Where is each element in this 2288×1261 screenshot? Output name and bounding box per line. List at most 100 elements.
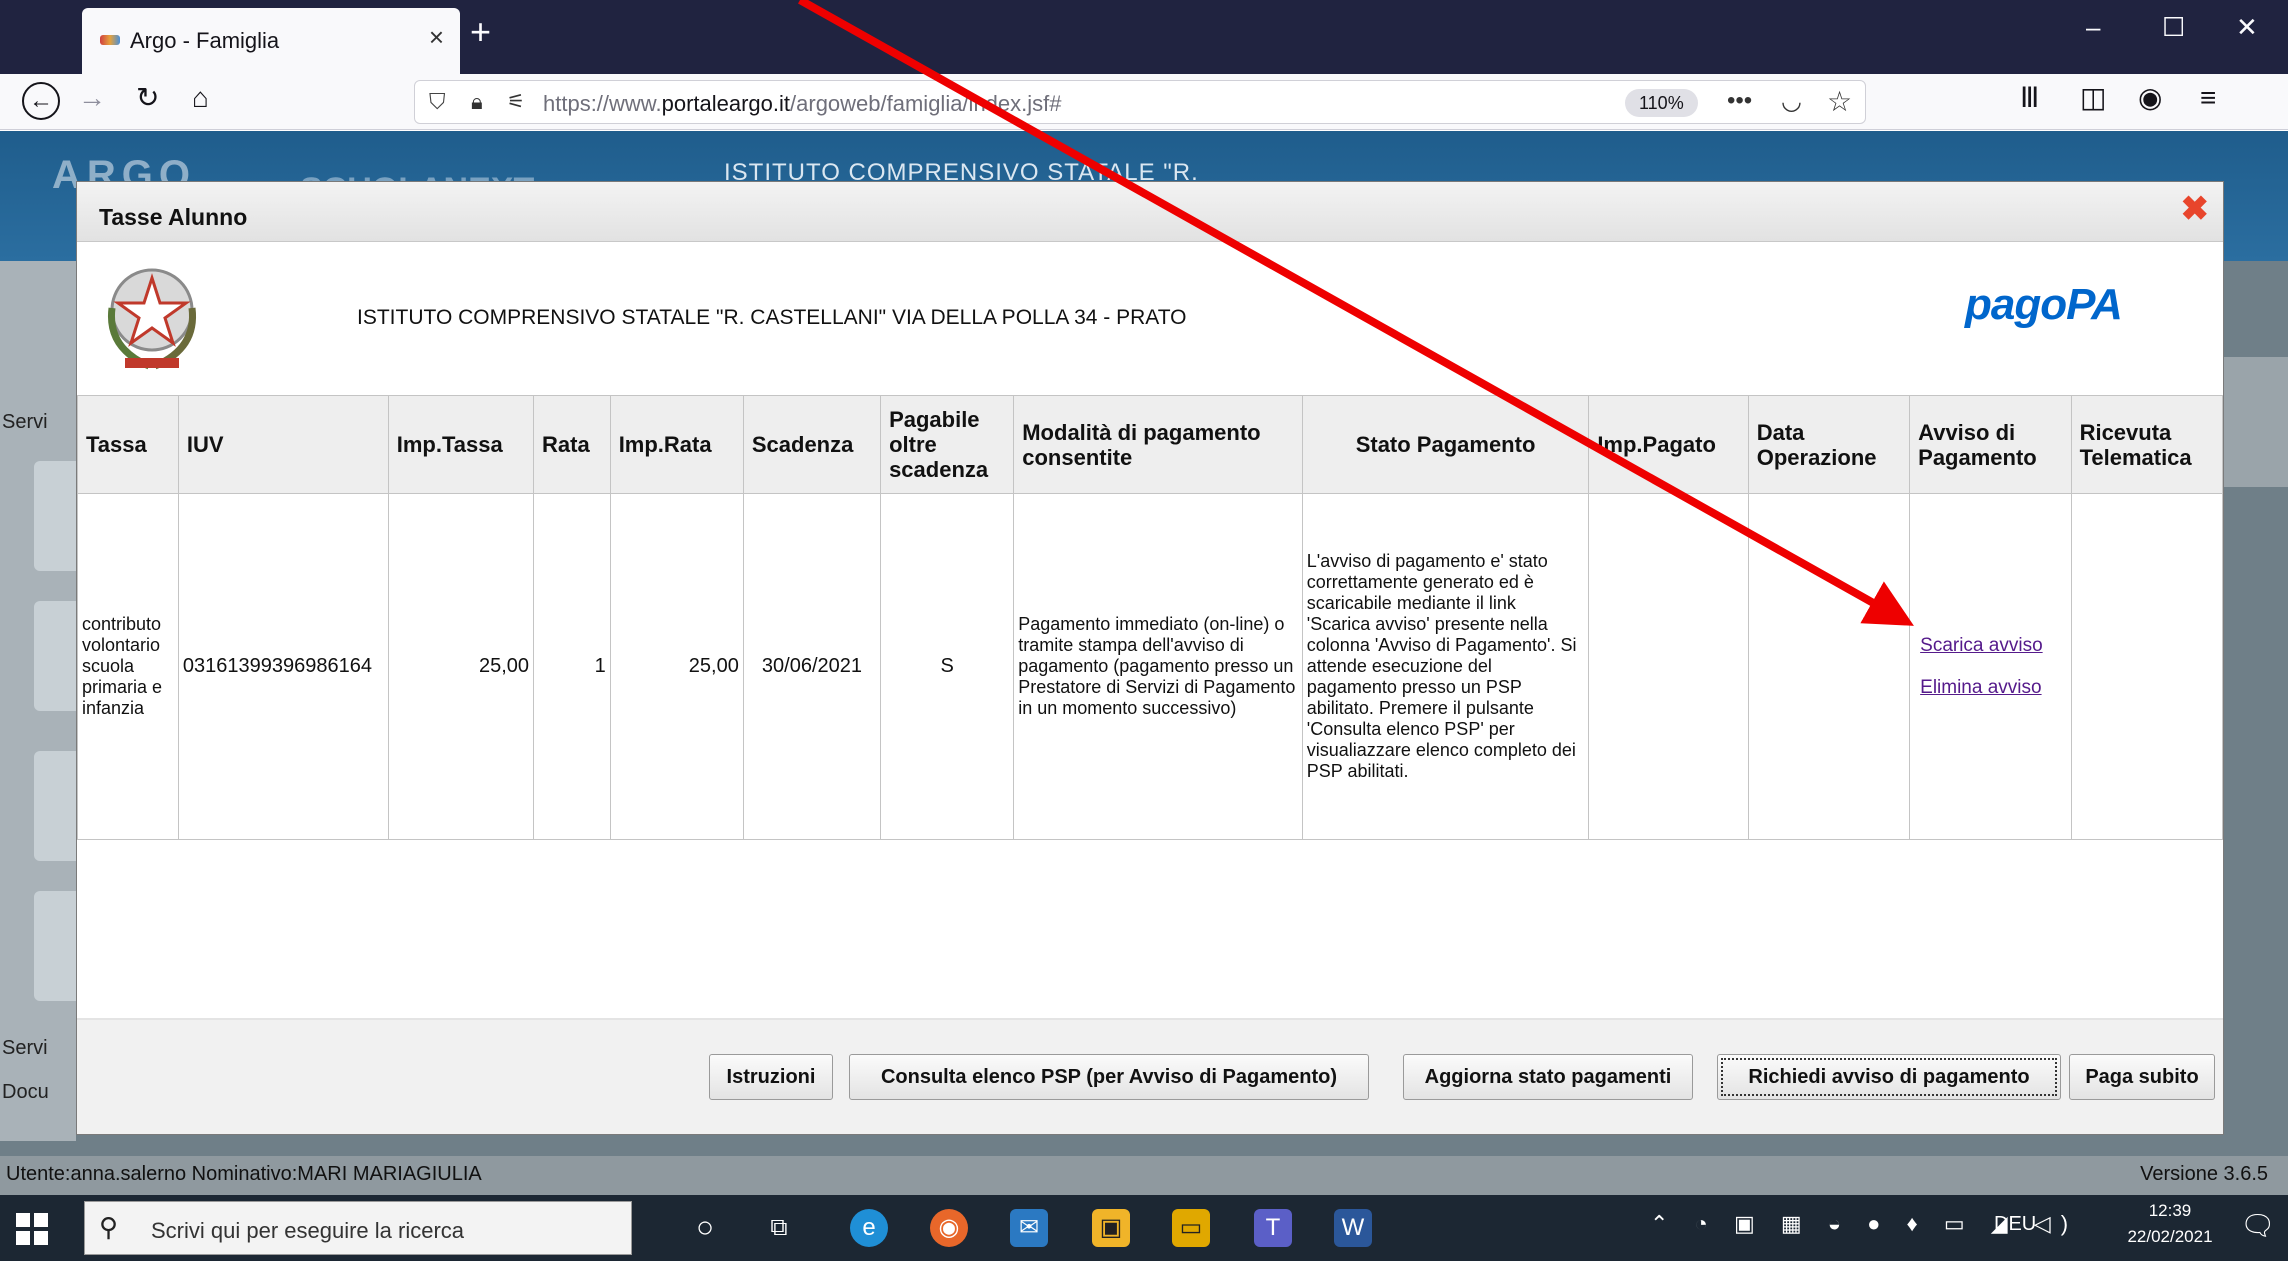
lock-icon[interactable]: 🔒︎: [471, 89, 483, 115]
dialog-title: Tasse Alunno: [99, 204, 248, 230]
taskbar-search-box[interactable]: ⚲ Scrivi qui per eseguire la ricerca: [84, 1201, 632, 1255]
pagopa-logo: pagoPA: [1965, 280, 2123, 329]
tab-close-icon[interactable]: ×: [429, 24, 444, 50]
windows-start-icon[interactable]: [14, 1211, 50, 1247]
window-close-icon[interactable]: ✕: [2236, 14, 2258, 40]
cell-scadenza: 30/06/2021: [742, 493, 882, 840]
sidebar-section-label: Docu: [2, 1081, 49, 1103]
new-tab-icon[interactable]: +: [470, 14, 491, 50]
clock-date[interactable]: 22/02/2021: [2110, 1227, 2230, 1247]
background-sidebar: Servi Servi Docu: [0, 261, 76, 1141]
consulta-psp-button[interactable]: Consulta elenco PSP (per Avviso di Pagam…: [849, 1054, 1369, 1100]
status-user: Utente:anna.salerno Nominativo:MARI MARI…: [6, 1163, 482, 1185]
school-name: ISTITUTO COMPRENSIVO STATALE "R. CASTELL…: [357, 306, 1187, 329]
cell-ricevuta: [2070, 493, 2224, 840]
cell-modalita: Pagamento immediato (on-line) o tramite …: [1013, 493, 1303, 840]
clock-time[interactable]: 12:39: [2120, 1201, 2220, 1221]
sidebar-tile[interactable]: [34, 461, 76, 571]
url-bar[interactable]: ⛉ 🔒︎ ⚟ https://www.portaleargo.it/argowe…: [414, 80, 1866, 124]
sidebar-section-label: Servi: [2, 1037, 48, 1059]
sidebar-tile[interactable]: [34, 751, 76, 861]
sidebar-tile[interactable]: [34, 601, 76, 711]
column-header: Ricevuta Telematica: [2070, 395, 2224, 494]
paga-subito-button[interactable]: Paga subito: [2069, 1054, 2215, 1100]
search-icon: ⚲: [99, 1212, 119, 1242]
forward-icon[interactable]: →: [78, 84, 106, 112]
library-icon[interactable]: Ⅲ: [2020, 84, 2039, 112]
close-icon[interactable]: ✖: [2181, 192, 2210, 226]
cell-data-operazione: [1747, 493, 1911, 840]
cell-pagabile: S: [880, 493, 1015, 840]
column-header: Pagabile oltre scadenza: [880, 395, 1015, 494]
search-placeholder: Scrivi qui per eseguire la ricerca: [151, 1218, 465, 1243]
sidebar-section-label: Servi: [2, 411, 48, 433]
dialog-button-bar: Istruzioni Consulta elenco PSP (per Avvi…: [77, 1020, 2223, 1134]
status-version: Versione 3.6.5: [2140, 1163, 2268, 1185]
cell-imp-rata: 25,00: [609, 493, 744, 840]
window-maximize-icon[interactable]: ☐: [2162, 14, 2185, 40]
pocket-icon[interactable]: ◡: [1781, 87, 1802, 116]
table-row[interactable]: contributo volontario scuola primaria e …: [77, 493, 2224, 840]
background-right-panel: [2224, 357, 2288, 487]
bookmark-star-icon[interactable]: ☆: [1827, 85, 1852, 118]
column-header: Imp.Rata: [609, 395, 744, 494]
richiedi-avviso-button[interactable]: Richiedi avviso di pagamento: [1717, 1054, 2061, 1100]
elimina-avviso-link[interactable]: Elimina avviso: [1920, 677, 2041, 698]
cortana-icon[interactable]: ○: [686, 1209, 724, 1247]
sidebar-tile[interactable]: [34, 891, 76, 1001]
cell-imp-tassa: 25,00: [387, 493, 535, 840]
url-text[interactable]: https://www.portaleargo.it/argoweb/famig…: [543, 91, 1062, 117]
column-header: Rata: [533, 395, 611, 494]
dialog-titlebar: Tasse Alunno ✖: [77, 182, 2223, 242]
back-icon[interactable]: ←: [22, 82, 60, 120]
column-header: Stato Pagamento: [1301, 395, 1590, 494]
fees-table: Tassa IUV Imp.Tassa Rata Imp.Rata Scaden…: [77, 395, 2224, 840]
account-icon[interactable]: ◉: [2138, 84, 2162, 112]
cell-rata: 1: [533, 493, 611, 840]
status-bar: Utente:anna.salerno Nominativo:MARI MARI…: [0, 1156, 2288, 1196]
teams-icon[interactable]: T: [1254, 1209, 1292, 1247]
zoom-level-badge[interactable]: 110%: [1625, 89, 1698, 117]
permissions-icon[interactable]: ⚟: [507, 89, 525, 114]
istruzioni-button[interactable]: Istruzioni: [709, 1054, 833, 1100]
column-header: Tassa: [77, 395, 179, 494]
column-header: Imp.Pagato: [1588, 395, 1749, 494]
page-actions-icon[interactable]: •••: [1727, 87, 1752, 115]
argo-favicon-icon: [100, 35, 120, 45]
hamburger-menu-icon[interactable]: ≡: [2200, 84, 2216, 112]
cell-stato: L'avviso di pagamento e' stato correttam…: [1301, 493, 1590, 840]
cell-avviso: Scarica avviso Elimina avviso: [1909, 493, 2072, 840]
cell-tassa: contributo volontario scuola primaria e …: [77, 493, 179, 840]
file-explorer-icon[interactable]: ▭: [1172, 1209, 1210, 1247]
sidebar-icon[interactable]: ◫: [2080, 84, 2106, 112]
task-view-icon[interactable]: ⧉: [760, 1209, 798, 1247]
tracking-shield-icon[interactable]: ⛉: [429, 89, 446, 115]
reload-icon[interactable]: ↻: [136, 84, 159, 112]
browser-tab-bar: Argo - Famiglia × + – ☐ ✕: [0, 0, 2288, 74]
tab-title: Argo - Famiglia: [130, 28, 280, 53]
column-header: Data Operazione: [1747, 395, 1911, 494]
store-icon[interactable]: ▣: [1092, 1209, 1130, 1247]
italian-republic-emblem: [107, 268, 197, 370]
firefox-icon[interactable]: ◉: [930, 1209, 968, 1247]
language-indicator[interactable]: DEU: [1994, 1213, 2036, 1236]
cell-imp-pagato: [1588, 493, 1749, 840]
browser-tab-active[interactable]: Argo - Famiglia ×: [82, 8, 460, 74]
mail-icon[interactable]: ✉: [1010, 1209, 1048, 1247]
home-icon[interactable]: ⌂: [192, 84, 209, 112]
column-header: Imp.Tassa: [387, 395, 535, 494]
scarica-avviso-link[interactable]: Scarica avviso: [1920, 635, 2043, 656]
column-header: IUV: [177, 395, 389, 494]
browser-nav-bar: ← → ↻ ⌂ ⛉ 🔒︎ ⚟ https://www.portaleargo.i…: [0, 74, 2288, 130]
table-header-row: Tassa IUV Imp.Tassa Rata Imp.Rata Scaden…: [77, 395, 2224, 494]
window-minimize-icon[interactable]: –: [2086, 14, 2100, 40]
column-header: Modalità di pagamento consentite: [1013, 395, 1303, 494]
column-header: Scadenza: [742, 395, 882, 494]
aggiorna-pagamenti-button[interactable]: Aggiorna stato pagamenti: [1403, 1054, 1693, 1100]
cell-iuv: 03161399396986164: [177, 493, 389, 840]
windows-taskbar: ⚲ Scrivi qui per eseguire la ricerca ○ ⧉…: [0, 1195, 2288, 1261]
notifications-icon[interactable]: 🗨︎: [2240, 1209, 2276, 1242]
word-icon[interactable]: W: [1334, 1209, 1372, 1247]
edge-icon[interactable]: e: [850, 1209, 888, 1247]
column-header: Avviso di Pagamento: [1909, 395, 2072, 494]
